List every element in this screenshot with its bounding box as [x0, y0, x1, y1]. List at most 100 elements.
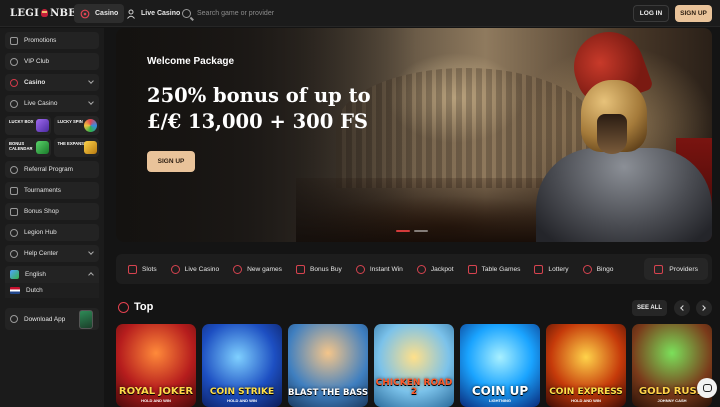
dealer-icon [127, 9, 135, 19]
game-title: COIN UP [471, 384, 529, 398]
carousel-prev-button[interactable] [674, 300, 690, 316]
jackpot-icon [416, 264, 426, 274]
category-new-games[interactable]: New games [233, 264, 282, 274]
sidebar-item-label: Help Center [24, 250, 59, 257]
game-title: CHICKEN ROAD 2 [375, 378, 453, 397]
sidebar-item-label: Referral Program [24, 166, 74, 173]
promo-tile-bonus-calendar[interactable]: BONUS CALENDAR [5, 138, 51, 157]
category-table-games[interactable]: Table Games [467, 264, 520, 274]
category-slots[interactable]: Slots [128, 264, 157, 274]
search-placeholder: Search game or provider [197, 10, 275, 17]
see-all-button[interactable]: SEE ALL [632, 300, 667, 316]
logo-text-left: LEGI [10, 8, 40, 19]
carousel-dots [396, 230, 428, 232]
category-bingo[interactable]: Bingo [582, 264, 614, 274]
game-title: COIN STRIKE [209, 387, 275, 397]
chat-icon [702, 384, 712, 392]
search-icon [182, 9, 191, 18]
rocket-icon [355, 264, 365, 274]
sidebar-item-tournaments[interactable]: Tournaments [5, 182, 99, 199]
category-label: Bonus Buy [309, 265, 342, 273]
new-games-icon [233, 264, 243, 274]
cards-icon [467, 264, 477, 274]
phone-app-icon [79, 310, 93, 329]
category-label: Bingo [596, 265, 614, 273]
sidebar-item-bonus-shop[interactable]: Bonus Shop [5, 203, 99, 220]
game-subtitle: LIGHTNING [489, 398, 511, 403]
category-lottery[interactable]: Lottery [534, 264, 569, 274]
category-label: Live Casino [184, 265, 220, 273]
carousel-dot[interactable] [396, 230, 410, 232]
category-bonus-buy[interactable]: Bonus Buy [295, 264, 342, 274]
category-live-casino[interactable]: Live Casino [170, 264, 220, 274]
dealer-icon [10, 99, 18, 108]
game-tile-chicken-road-2[interactable]: CHICKEN ROAD 2 [374, 324, 454, 407]
live-chat-button[interactable] [697, 378, 717, 398]
game-tile-coin-strike[interactable]: COIN STRIKE HOLD AND WIN [202, 324, 282, 407]
sidebar-item-label: VIP Club [24, 58, 50, 65]
promo-tile-label: LUCKY SPIN [57, 119, 83, 124]
search-input[interactable]: Search game or provider [182, 6, 274, 21]
category-jackpot[interactable]: Jackpot [416, 264, 454, 274]
promo-tile-lucky-spin[interactable]: LUCKY SPIN [53, 116, 99, 135]
category-label: Lottery [548, 265, 569, 273]
promo-tile-the-expansions[interactable]: THE EXPANSIONS [53, 138, 99, 157]
sidebar-item-live-casino[interactable]: Live Casino [5, 95, 99, 112]
gladiator-armor [536, 148, 712, 242]
sidebar-item-help-center[interactable]: Help Center [5, 245, 99, 262]
banner-signup-button[interactable]: SIGN UP [147, 151, 195, 172]
calendar-icon [35, 141, 49, 154]
game-tile-coin-up[interactable]: COIN UP LIGHTNING [460, 324, 540, 407]
sidebar-item-promotions[interactable]: Promotions [5, 32, 99, 49]
chevron-right-icon [700, 305, 706, 311]
language-option-label: Dutch [26, 287, 43, 294]
game-subtitle: JOHNNY CASH [657, 398, 687, 403]
tab-live-casino[interactable]: Live Casino [120, 4, 186, 23]
sidebar-item-label: Promotions [24, 37, 57, 44]
chevron-down-icon[interactable] [88, 99, 94, 105]
wheel-icon [84, 119, 97, 132]
game-tile-royal-joker[interactable]: ROYAL JOKER HOLD AND WIN [116, 324, 196, 407]
sidebar-item-legion-hub[interactable]: Legion Hub [5, 224, 99, 241]
legionbet-logo[interactable]: LEGI NBET [10, 8, 84, 19]
casino-chip-icon [80, 9, 90, 18]
sidebar-item-casino[interactable]: Casino [5, 74, 99, 91]
providers-label: Providers [669, 265, 698, 273]
providers-button[interactable]: Providers [644, 258, 708, 280]
carousel-dot[interactable] [414, 230, 428, 232]
lucky-box-icon [35, 119, 49, 132]
game-subtitle: HOLD AND WIN [571, 398, 601, 403]
bingo-icon [582, 264, 592, 274]
category-instant-win[interactable]: Instant Win [355, 264, 403, 274]
download-app-label: Download App [24, 315, 66, 323]
language-option-dutch[interactable]: Dutch [5, 283, 99, 298]
netherlands-flag-icon [10, 287, 20, 294]
fire-icon [118, 301, 129, 313]
slots-icon [128, 264, 137, 274]
signup-button[interactable]: SIGN UP [675, 5, 712, 22]
chevron-up-icon[interactable] [88, 272, 94, 278]
sidebar-item-referral-program[interactable]: Referral Program [5, 161, 99, 178]
chevron-down-icon[interactable] [88, 78, 94, 84]
tab-casino[interactable]: Casino [74, 4, 125, 23]
promo-tile-label: LUCKY BOX [9, 119, 34, 124]
game-tile-blast-the-bass[interactable]: BLAST THE BASS [288, 324, 368, 407]
chevron-down-icon[interactable] [88, 249, 94, 255]
login-button[interactable]: LOG IN [633, 5, 669, 22]
help-icon [10, 249, 18, 258]
top-games-row: ROYAL JOKER HOLD AND WIN COIN STRIKE HOL… [116, 324, 712, 407]
promo-tiles: LUCKY BOX LUCKY SPIN BONUS CALENDAR THE … [5, 116, 99, 157]
game-title: BLAST THE BASS [288, 387, 368, 398]
download-app-button[interactable]: Download App [5, 308, 99, 330]
promo-tile-lucky-box[interactable]: LUCKY BOX [5, 116, 51, 135]
banner-headline-line1: 250% bonus of up to [147, 84, 371, 107]
welcome-banner[interactable]: Welcome Package 250% bonus of up to £/€ … [116, 28, 712, 242]
chevron-left-icon [680, 305, 686, 311]
game-tile-coin-express[interactable]: COIN EXPRESS HOLD AND WIN [546, 324, 626, 407]
carousel-next-button[interactable] [696, 300, 712, 316]
bonus-buy-icon [295, 264, 305, 274]
gift-icon [10, 36, 18, 45]
sidebar-item-vip-club[interactable]: VIP Club [5, 53, 99, 70]
language-selector[interactable]: English [5, 266, 99, 283]
sidebar-item-label: Tournaments [24, 187, 61, 194]
